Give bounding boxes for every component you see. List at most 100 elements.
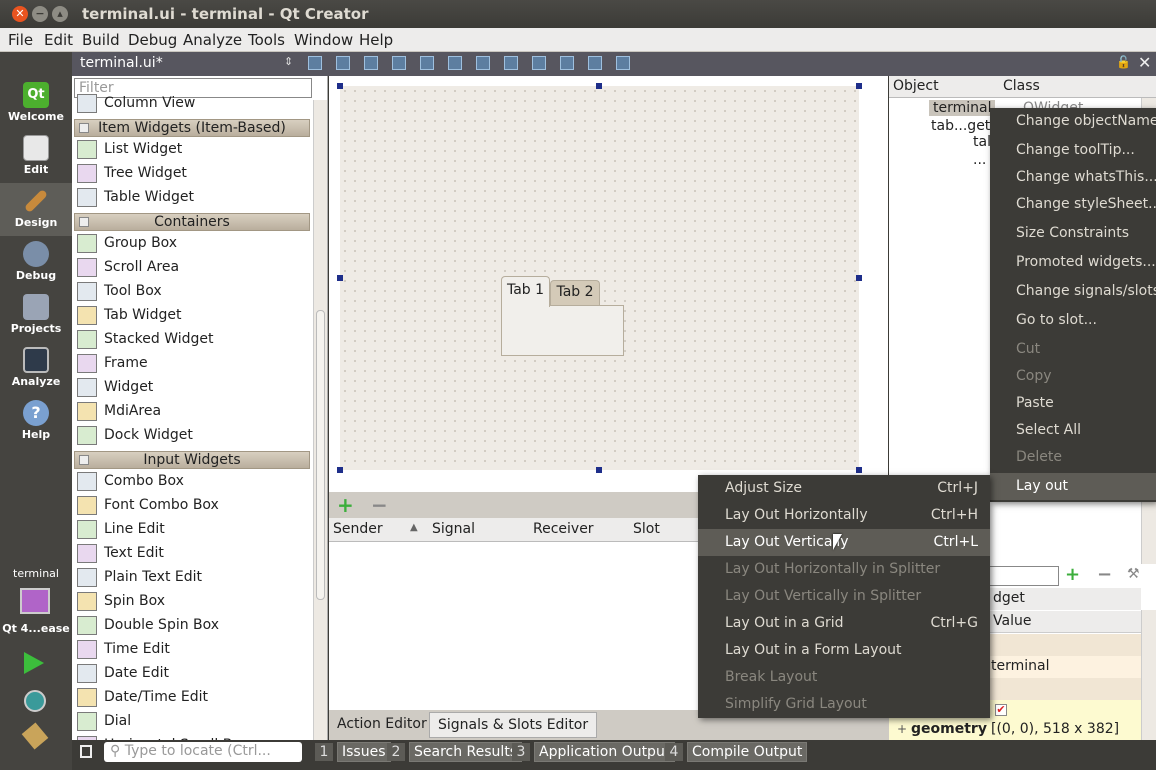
widget-item[interactable]: MdiArea [76, 400, 312, 424]
widget-item[interactable]: Font Combo Box [76, 494, 312, 518]
output-search-results[interactable]: 2 Search Results [387, 742, 523, 762]
column-signal[interactable]: Signal [432, 521, 475, 537]
widget-box-scrollbar[interactable] [313, 100, 327, 740]
widget-item[interactable]: List Widget [76, 138, 312, 162]
menu-debug[interactable]: Debug [128, 31, 177, 49]
mode-welcome[interactable]: Qt Welcome [0, 77, 72, 130]
hammer-build-icon[interactable] [21, 722, 49, 750]
resize-handle[interactable] [337, 83, 343, 89]
widget-item[interactable]: Frame [76, 352, 312, 376]
widget-item[interactable]: Plain Text Edit [76, 566, 312, 590]
widget-item[interactable]: Line Edit [76, 518, 312, 542]
menu-build[interactable]: Build [82, 31, 120, 49]
kit-selector-icon[interactable] [20, 588, 50, 614]
widget-item[interactable]: Table Widget [76, 186, 312, 210]
form-terminal[interactable]: Tab 1 Tab 2 [340, 86, 859, 470]
run-icon[interactable] [24, 652, 44, 674]
menu-tools[interactable]: Tools [248, 31, 285, 49]
object-row-tab[interactable]: tal [973, 134, 991, 150]
widget-item[interactable]: Combo Box [76, 470, 312, 494]
debug-run-icon[interactable] [24, 690, 46, 712]
menu-help[interactable]: Help [359, 31, 393, 49]
property-editor-scrollbar[interactable] [1141, 610, 1156, 740]
widget-item[interactable]: Dial [76, 710, 312, 734]
layout-splitter-h-icon[interactable] [476, 56, 490, 70]
widget-item[interactable]: Spin Box [76, 590, 312, 614]
edit-buddies-icon[interactable] [364, 56, 378, 70]
resize-handle[interactable] [856, 275, 862, 281]
layout-vertical-icon[interactable] [448, 56, 462, 70]
layout-horizontal-icon[interactable] [420, 56, 434, 70]
widget-item[interactable]: Tree Widget [76, 162, 312, 186]
widget-item[interactable]: Scroll Area [76, 256, 312, 280]
column-receiver[interactable]: Receiver [533, 521, 594, 537]
tab-1[interactable]: Tab 1 [501, 276, 550, 307]
widget-item[interactable]: Widget [76, 376, 312, 400]
context-menu-item[interactable]: Size Constraints [990, 220, 1156, 247]
sidebar-toggle-icon[interactable] [80, 745, 92, 758]
mode-analyze[interactable]: Analyze [0, 342, 72, 395]
layout-splitter-v-icon[interactable] [504, 56, 518, 70]
tab-2[interactable]: Tab 2 [550, 280, 600, 306]
mode-debug[interactable]: Debug [0, 236, 72, 289]
resize-handle[interactable] [856, 83, 862, 89]
add-connection-icon[interactable]: + [337, 493, 354, 517]
remove-connection-icon[interactable]: − [371, 493, 388, 517]
widget-item[interactable]: Time Edit [76, 638, 312, 662]
context-menu-item[interactable]: Go to slot... [990, 307, 1156, 334]
expand-icon[interactable]: + [897, 722, 907, 736]
menu-window[interactable]: Window [294, 31, 353, 49]
widget-item[interactable]: Double Spin Box [76, 614, 312, 638]
collapse-icon[interactable] [79, 123, 89, 133]
edit-signals-slots-icon[interactable] [336, 56, 350, 70]
object-row-tabwidget[interactable]: tab...get [931, 118, 990, 134]
widget-item[interactable]: Tool Box [76, 280, 312, 304]
menu-analyze[interactable]: Analyze [183, 31, 242, 49]
widget-category[interactable]: Input Widgets [74, 451, 310, 469]
context-menu-item[interactable]: Change toolTip... [990, 137, 1156, 164]
column-slot[interactable]: Slot [633, 521, 660, 537]
widget-item[interactable]: Column View [76, 92, 312, 116]
open-document-selector[interactable]: terminal.ui* [80, 55, 296, 71]
layout-menu-item[interactable]: Lay Out Vertically Ctrl+L [698, 529, 990, 556]
remove-property-icon[interactable]: − [1097, 564, 1112, 585]
context-menu-item[interactable]: Change objectName... [990, 108, 1156, 135]
mode-design[interactable]: Design [0, 183, 72, 236]
wrench-icon[interactable]: ⚒ [1127, 566, 1140, 582]
close-window-button[interactable]: ✕ [12, 6, 28, 22]
maximize-window-button[interactable]: ▴ [52, 6, 68, 22]
layout-menu-item[interactable]: Lay Out in a Grid Ctrl+G [698, 610, 990, 637]
layout-grid-icon[interactable] [560, 56, 574, 70]
resize-handle[interactable] [337, 467, 343, 473]
layout-menu-item[interactable]: Lay Out Horizontally Ctrl+H [698, 502, 990, 529]
property-filter-input[interactable] [989, 566, 1059, 586]
collapse-icon[interactable] [79, 455, 89, 465]
edit-widgets-icon[interactable] [308, 56, 322, 70]
resize-handle[interactable] [337, 275, 343, 281]
widget-item[interactable]: Dock Widget [76, 424, 312, 448]
context-menu-item[interactable]: Change styleSheet... [990, 191, 1156, 218]
layout-menu-item[interactable]: Adjust Size Ctrl+J [698, 475, 990, 502]
resize-handle[interactable] [856, 467, 862, 473]
add-property-icon[interactable]: + [1065, 564, 1080, 585]
widget-category[interactable]: Item Widgets (Item-Based) [74, 119, 310, 137]
resize-handle[interactable] [596, 83, 602, 89]
context-menu-item[interactable]: Paste [990, 390, 1156, 417]
output-issues[interactable]: 1 Issues [315, 742, 391, 762]
object-row-tab2[interactable]: ... [973, 152, 986, 168]
tab-signals-slots-editor[interactable]: Signals & Slots Editor [429, 712, 598, 738]
close-document-icon[interactable]: ✕ [1138, 53, 1151, 72]
widget-item[interactable]: Text Edit [76, 542, 312, 566]
mode-help[interactable]: ? Help [0, 395, 72, 448]
column-object[interactable]: Object [893, 78, 939, 94]
adjust-size-icon[interactable] [616, 56, 630, 70]
widget-category[interactable]: Containers [74, 213, 310, 231]
context-menu-item[interactable]: Select All [990, 417, 1156, 444]
scrollbar-thumb[interactable] [316, 310, 325, 600]
widget-item[interactable]: Tab Widget [76, 304, 312, 328]
context-menu-item[interactable]: Change whatsThis... [990, 164, 1156, 191]
context-menu-item[interactable]: Lay out [990, 473, 1156, 500]
menu-file[interactable]: File [8, 31, 33, 49]
property-row-geometry[interactable]: + geometry [(0, 0), 518 x 382] [889, 720, 1141, 742]
widget-item[interactable]: Group Box [76, 232, 312, 256]
